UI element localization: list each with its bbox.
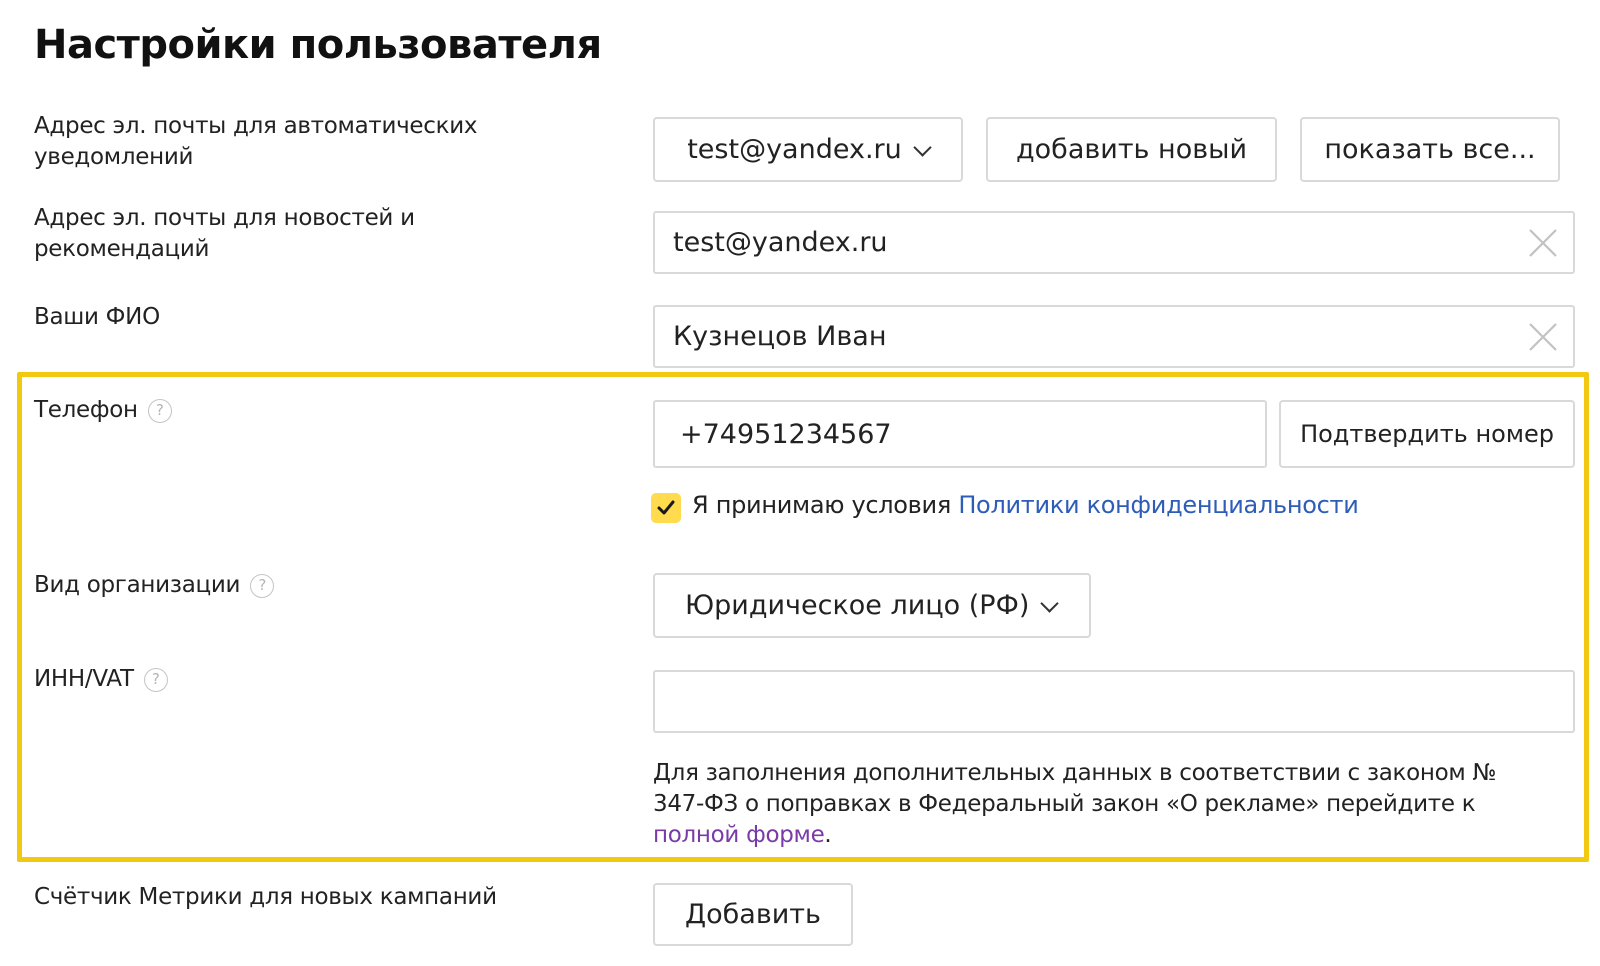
legal-note-end: . [824, 822, 832, 848]
page-title: Настройки пользователя [34, 22, 602, 68]
chevron-down-icon [1040, 594, 1060, 613]
consent-checkbox[interactable] [651, 493, 681, 523]
phone-label-text: Телефон [34, 397, 138, 423]
news-email-value: test@yandex.ru [673, 227, 888, 258]
news-email-label: Адрес эл. почты для новостей и рекоменда… [34, 203, 454, 265]
add-metrika-button[interactable]: Добавить [653, 883, 853, 946]
phone-label: Телефон? [34, 395, 172, 426]
help-icon[interactable]: ? [147, 399, 172, 423]
metrika-label: Счётчик Метрики для новых кампаний [34, 882, 497, 913]
org-type-select[interactable]: Юридическое лицо (РФ) [653, 573, 1091, 638]
org-type-label: Вид организации? [34, 570, 275, 601]
inn-label-text: ИНН/VAT [34, 666, 134, 692]
help-icon[interactable]: ? [143, 668, 168, 692]
confirm-number-button[interactable]: Подтвердить номер [1279, 400, 1575, 468]
confirm-number-label: Подтвердить номер [1300, 420, 1554, 448]
full-form-link[interactable]: полной форме [653, 822, 825, 848]
notifications-email-select[interactable]: test@yandex.ru [653, 117, 963, 182]
clear-icon[interactable] [1527, 227, 1559, 259]
inn-label: ИНН/VAT? [34, 664, 168, 695]
show-all-emails-button[interactable]: показать все... [1300, 117, 1560, 182]
clear-icon[interactable] [1527, 321, 1559, 353]
full-name-value: Кузнецов Иван [673, 321, 887, 352]
inn-field[interactable] [653, 670, 1575, 733]
legal-note-line2: 347-ФЗ о поправках в Федеральный закон «… [653, 791, 1476, 817]
phone-value: +74951234567 [680, 418, 892, 450]
notifications-email-value: test@yandex.ru [687, 134, 902, 165]
full-name-label-text: Ваши ФИО [34, 304, 160, 330]
news-email-label-text: Адрес эл. почты для новостей и рекоменда… [34, 205, 415, 262]
notifications-email-label-text: Адрес эл. почты для автоматических уведо… [34, 113, 478, 170]
full-name-label: Ваши ФИО [34, 302, 160, 333]
consent-label: Я принимаю условия [692, 491, 951, 519]
help-icon[interactable]: ? [250, 574, 275, 598]
notifications-email-label: Адрес эл. почты для автоматических уведо… [34, 111, 514, 173]
org-type-value: Юридическое лицо (РФ) [685, 590, 1030, 621]
privacy-policy-link[interactable]: Политики конфиденциальности [958, 491, 1358, 519]
add-metrika-label: Добавить [685, 899, 821, 930]
legal-note: Для заполнения дополнительных данных в с… [653, 758, 1553, 851]
consent-text: Я принимаю условия Политики конфиденциал… [692, 491, 1359, 519]
legal-note-line3: полной форме. [653, 820, 1553, 851]
check-icon [657, 500, 675, 515]
legal-note-line1: Для заполнения дополнительных данных в с… [653, 760, 1497, 786]
metrika-label-text: Счётчик Метрики для новых кампаний [34, 884, 497, 910]
news-email-field[interactable]: test@yandex.ru [653, 211, 1575, 274]
full-name-field[interactable]: Кузнецов Иван [653, 305, 1575, 368]
add-new-email-label: добавить новый [1015, 134, 1248, 165]
chevron-down-icon [913, 138, 932, 157]
org-type-label-text: Вид организации [34, 572, 241, 598]
add-new-email-button[interactable]: добавить новый [986, 117, 1277, 182]
phone-field[interactable]: +74951234567 [653, 400, 1267, 468]
show-all-emails-label: показать все... [1324, 134, 1536, 165]
